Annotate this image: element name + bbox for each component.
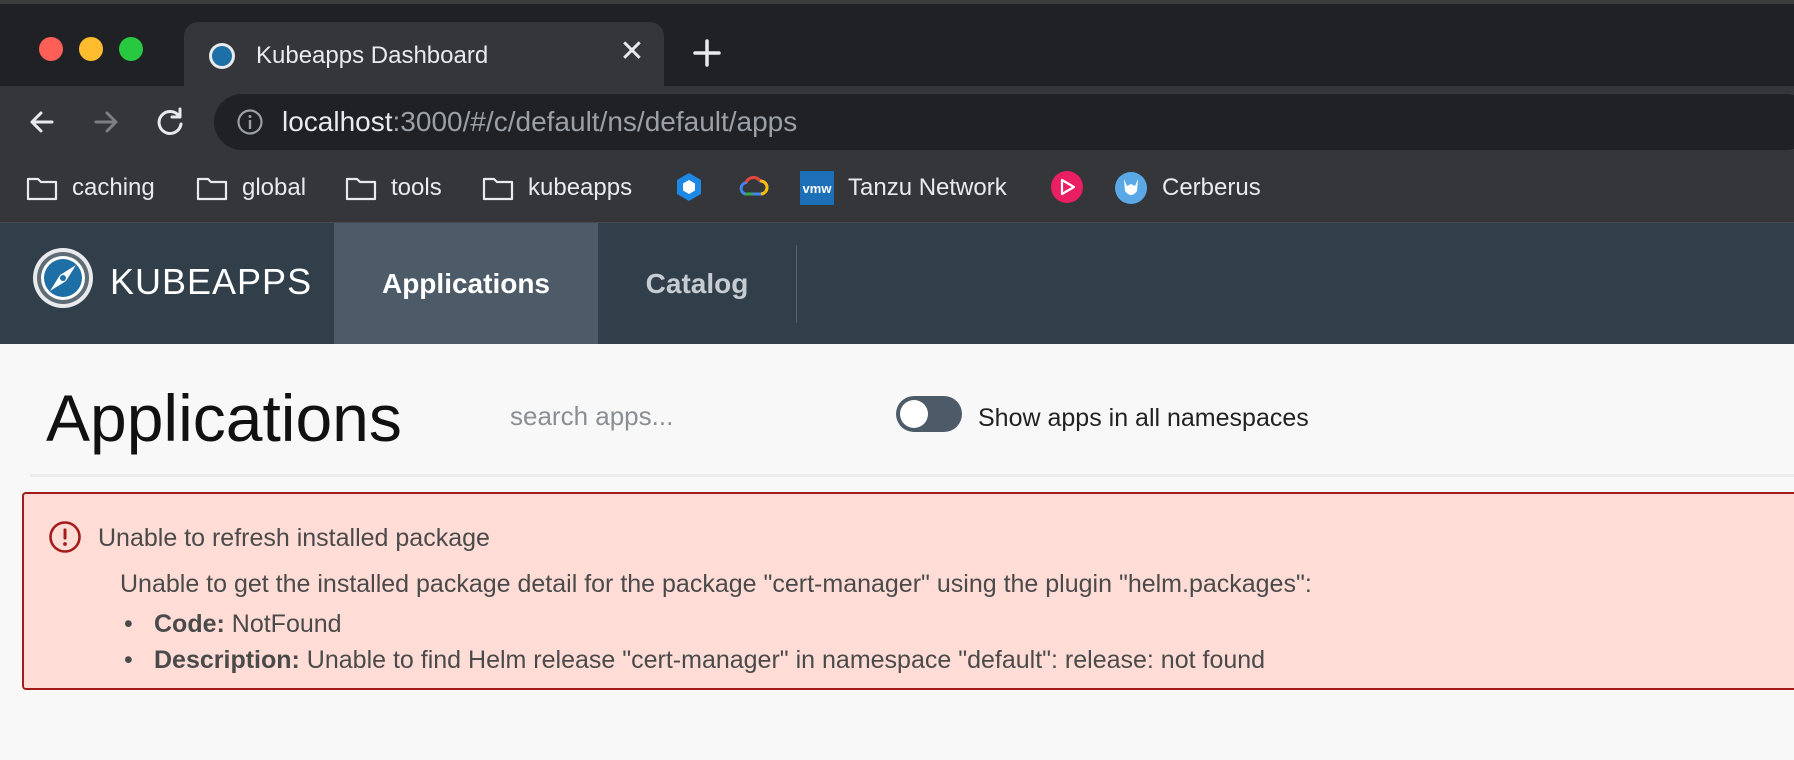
error-exclamation-icon — [49, 521, 81, 553]
minimize-window-button[interactable] — [79, 37, 103, 61]
browser-tabstrip: Kubeapps Dashboard ✕ — [0, 0, 1794, 90]
nav-tab-catalog[interactable]: Catalog — [598, 223, 796, 344]
forward-arrow-icon[interactable] — [88, 104, 124, 140]
vmware-icon: vmw — [800, 171, 834, 205]
alert-message: Unable to get the installed package deta… — [120, 570, 1312, 598]
maximize-window-button[interactable] — [119, 37, 143, 61]
bookmark-label: tools — [391, 174, 442, 201]
kubeapps-favicon-icon — [209, 43, 235, 69]
search-apps-input[interactable] — [510, 396, 840, 436]
bookmark-tools[interactable]: tools — [345, 170, 442, 206]
detail-key: Description: — [154, 646, 300, 674]
toggle-knob — [900, 400, 928, 428]
detail-key: Code: — [154, 610, 225, 638]
address-bar[interactable]: localhost:3000/#/c/default/ns/default/ap… — [214, 94, 1794, 150]
close-tab-icon[interactable]: ✕ — [618, 37, 646, 67]
nav-tab-applications[interactable]: Applications — [334, 223, 598, 344]
url-text: localhost:3000/#/c/default/ns/default/ap… — [282, 106, 797, 138]
bookmark-global[interactable]: global — [196, 170, 306, 206]
kubeapps-logo-icon[interactable] — [32, 247, 94, 309]
all-namespaces-toggle[interactable] — [896, 396, 962, 432]
detail-value: NotFound — [224, 610, 342, 638]
site-info-icon[interactable] — [236, 108, 264, 136]
folder-icon — [345, 177, 377, 201]
nav-tab-label: Catalog — [645, 267, 749, 299]
bookmark-label: caching — [72, 174, 155, 201]
error-alert: Unable to refresh installed package Unab… — [22, 492, 1794, 690]
bookmark-label: Tanzu Network — [848, 174, 1007, 201]
tab-title: Kubeapps Dashboard — [256, 42, 489, 69]
browser-toolbar: localhost:3000/#/c/default/ns/default/ap… — [0, 86, 1794, 158]
hexagon-bookmark-icon[interactable] — [672, 170, 706, 204]
all-namespaces-label[interactable]: Show apps in all namespaces — [978, 404, 1309, 433]
bookmark-label: global — [242, 174, 307, 201]
alert-detail-code: Code: NotFound — [120, 608, 1265, 644]
detail-value: Unable to find Helm release "cert-manage… — [299, 646, 1266, 674]
url-host: localhost — [282, 106, 393, 137]
folder-icon — [26, 177, 58, 201]
nav-divider — [796, 245, 797, 323]
alert-title: Unable to refresh installed package — [98, 524, 490, 552]
page-title: Applications — [46, 381, 402, 455]
bookmark-caching[interactable]: caching — [26, 170, 155, 206]
alert-details: Code: NotFound Description: Unable to fi… — [120, 608, 1265, 680]
back-arrow-icon[interactable] — [24, 104, 60, 140]
bookmark-tanzu-network[interactable]: vmw Tanzu Network — [800, 170, 1007, 206]
nav-tab-label: Applications — [381, 267, 550, 299]
new-tab-icon[interactable] — [690, 36, 724, 70]
folder-icon — [196, 177, 228, 201]
bookmark-label: Cerberus — [1162, 174, 1261, 201]
browser-tab[interactable]: Kubeapps Dashboard ✕ — [184, 22, 664, 90]
google-cloud-icon[interactable] — [736, 170, 770, 204]
page-content: Applications Show apps in all namespaces… — [0, 344, 1794, 760]
header-divider — [30, 474, 1794, 477]
alert-detail-description: Description: Unable to find Helm release… — [120, 644, 1265, 680]
bookmark-cerberus[interactable]: Cerberus — [1114, 170, 1261, 206]
folder-icon — [482, 177, 514, 201]
url-path: :3000/#/c/default/ns/default/apps — [392, 106, 798, 137]
reload-icon[interactable] — [152, 104, 188, 140]
app-navbar: KUBEAPPS Applications Catalog — [0, 223, 1794, 344]
cerberus-icon — [1115, 172, 1147, 204]
play-bookmark-icon[interactable] — [1050, 170, 1084, 204]
brand-name[interactable]: KUBEAPPS — [110, 261, 312, 303]
bookmark-kubeapps[interactable]: kubeapps — [482, 170, 632, 206]
close-window-button[interactable] — [39, 37, 63, 61]
bookmarks-bar: caching global tools kubeapps vmw Tanzu … — [0, 158, 1794, 223]
bookmark-label: kubeapps — [528, 174, 633, 201]
